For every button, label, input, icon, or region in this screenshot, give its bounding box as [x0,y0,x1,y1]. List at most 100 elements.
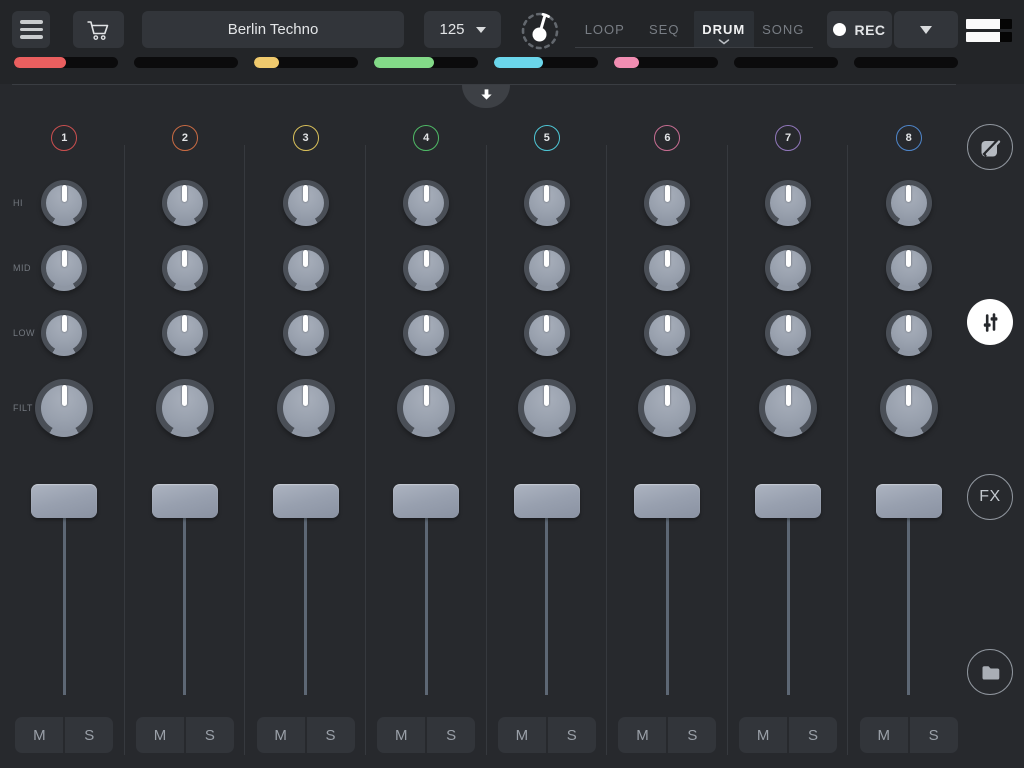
hi-knob[interactable] [162,180,208,226]
mute-button[interactable]: M [136,717,184,753]
channel-number-badge[interactable]: 1 [51,125,77,151]
low-knob[interactable] [644,310,690,356]
knob-pointer [786,315,791,332]
channel-3: 3 MS [245,110,366,768]
volume-fader-handle[interactable] [31,484,97,518]
tab-drum[interactable]: DRUM [694,11,754,47]
knob-pointer [786,250,791,267]
filt-knob[interactable] [156,379,214,437]
tab-seq[interactable]: SEQ [635,11,695,47]
filt-knob[interactable] [759,379,817,437]
tab-loop[interactable]: LOOP [575,11,635,47]
mid-knob[interactable] [283,245,329,291]
filt-knob[interactable] [880,379,938,437]
volume-fader-handle[interactable] [152,484,218,518]
project-title-field[interactable]: Berlin Techno [142,11,404,48]
hi-knob[interactable] [886,180,932,226]
hi-knob[interactable] [283,180,329,226]
mute-button[interactable]: M [860,717,908,753]
solo-button[interactable]: S [548,717,596,753]
output-level-meter [966,19,1012,45]
filt-knob[interactable] [518,379,576,437]
volume-fader-handle[interactable] [634,484,700,518]
menu-button[interactable] [12,11,50,48]
channel-number-badge[interactable]: 8 [896,125,922,151]
metronome-button[interactable] [517,9,563,53]
record-dot-icon [833,23,846,36]
channel-number-badge[interactable]: 4 [413,125,439,151]
filt-knob[interactable] [35,379,93,437]
library-button[interactable] [967,649,1013,695]
solo-button[interactable]: S [910,717,958,753]
hi-knob[interactable] [41,180,87,226]
low-knob[interactable] [403,310,449,356]
record-options-button[interactable] [894,11,958,48]
mid-knob[interactable] [41,245,87,291]
solo-button[interactable]: S [427,717,475,753]
solo-button[interactable]: S [186,717,234,753]
sliders-icon [978,310,1003,335]
channel-number-badge[interactable]: 7 [775,125,801,151]
mute-button[interactable]: M [739,717,787,753]
channel-6: 6 MS [607,110,728,768]
low-knob[interactable] [283,310,329,356]
low-knob[interactable] [886,310,932,356]
mute-button[interactable]: M [498,717,546,753]
channel-number-badge[interactable]: 5 [534,125,560,151]
hi-knob[interactable] [524,180,570,226]
channel-number-badge[interactable]: 2 [172,125,198,151]
shop-button[interactable] [73,11,124,48]
knob-pointer [62,185,67,202]
solo-button[interactable]: S [668,717,716,753]
bpm-selector[interactable]: 125 [424,11,501,48]
mid-knob[interactable] [524,245,570,291]
volume-fader-handle[interactable] [514,484,580,518]
volume-fader-handle[interactable] [393,484,459,518]
fx-label: FX [979,488,1000,506]
knob-pointer [424,385,429,406]
mid-knob[interactable] [644,245,690,291]
record-button[interactable]: REC [827,11,892,48]
edit-button[interactable] [967,124,1013,170]
mid-knob[interactable] [886,245,932,291]
knob-pointer [544,385,549,406]
mute-button[interactable]: M [377,717,425,753]
mixer-view-button[interactable] [967,299,1013,345]
mute-button[interactable]: M [15,717,63,753]
mid-knob[interactable] [765,245,811,291]
tab-song[interactable]: SONG [754,11,814,47]
volume-fader-handle[interactable] [273,484,339,518]
knob-pointer [665,315,670,332]
low-knob[interactable] [524,310,570,356]
channel-number-badge[interactable]: 3 [293,125,319,151]
mid-knob[interactable] [403,245,449,291]
filt-knob[interactable] [277,379,335,437]
fx-button[interactable]: FX [967,474,1013,520]
low-knob[interactable] [41,310,87,356]
volume-fader-track [304,518,307,695]
hi-knob[interactable] [644,180,690,226]
low-knob[interactable] [765,310,811,356]
volume-fader-handle[interactable] [755,484,821,518]
hi-knob[interactable] [765,180,811,226]
channel-number: 6 [664,132,670,144]
hi-knob[interactable] [403,180,449,226]
solo-button[interactable]: S [789,717,837,753]
mid-knob[interactable] [162,245,208,291]
collapse-panel-button[interactable] [462,85,510,108]
filt-knob[interactable] [638,379,696,437]
volume-fader-track [183,518,186,695]
solo-button[interactable]: S [307,717,355,753]
low-knob[interactable] [162,310,208,356]
channel-number: 2 [182,132,188,144]
channel-1: 1 MS [4,110,125,768]
mute-solo-group: MS [15,717,113,753]
mute-button[interactable]: M [257,717,305,753]
solo-button[interactable]: S [65,717,113,753]
chevron-down-icon [718,39,730,45]
volume-fader-handle[interactable] [876,484,942,518]
filt-knob[interactable] [397,379,455,437]
knob-pointer [544,315,549,332]
mute-button[interactable]: M [618,717,666,753]
channel-number-badge[interactable]: 6 [654,125,680,151]
